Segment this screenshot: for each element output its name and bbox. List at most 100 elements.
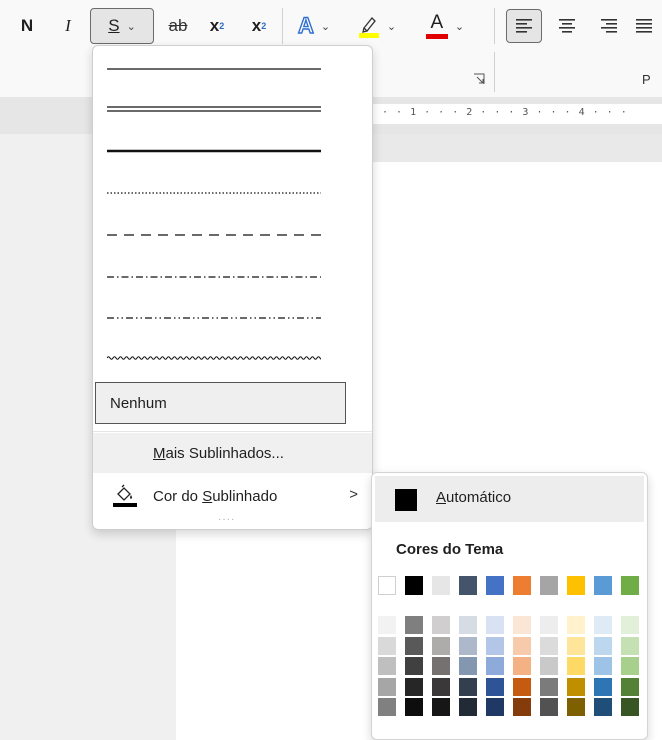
theme-shade-swatch[interactable] <box>378 657 396 675</box>
underline-option-double[interactable] <box>107 95 321 125</box>
theme-shade-swatch[interactable] <box>405 657 423 675</box>
align-right-button[interactable] <box>592 9 626 43</box>
underline-button[interactable]: S ⌄ <box>90 8 154 44</box>
theme-shade-swatch[interactable] <box>378 636 396 655</box>
theme-shade-swatch[interactable] <box>432 616 450 634</box>
theme-shade-swatch[interactable] <box>459 698 477 716</box>
italic-button[interactable]: I <box>54 9 82 43</box>
theme-shade-swatch[interactable] <box>432 677 450 696</box>
theme-shade-swatch[interactable] <box>621 636 639 655</box>
theme-shade-swatch[interactable] <box>459 657 477 675</box>
theme-shade-swatch[interactable] <box>513 657 531 675</box>
theme-shade-swatch[interactable] <box>594 657 612 675</box>
paint-bucket-icon <box>113 484 137 508</box>
theme-color-swatch[interactable] <box>432 576 450 595</box>
superscript-digit: 2 <box>261 21 267 31</box>
underline-option-single[interactable] <box>107 54 321 84</box>
align-left-button[interactable] <box>506 9 542 43</box>
theme-shade-swatch[interactable] <box>486 698 504 716</box>
theme-shade-swatch[interactable] <box>621 657 639 675</box>
theme-color-swatch[interactable] <box>405 576 423 595</box>
text-effects-button[interactable]: A ⌄ <box>290 9 338 43</box>
underline-option-thick[interactable] <box>107 137 321 167</box>
theme-shade-swatch[interactable] <box>540 616 558 634</box>
theme-shade-swatch[interactable] <box>486 636 504 655</box>
highlight-color-button[interactable]: ⌄ <box>348 9 406 43</box>
bold-label: N <box>20 16 34 35</box>
theme-shade-swatch[interactable] <box>567 636 585 655</box>
more-underlines-item[interactable]: Mais Sublinhados... <box>93 433 372 473</box>
theme-shade-swatch[interactable] <box>432 657 450 675</box>
theme-shade-swatch[interactable] <box>621 698 639 716</box>
underline-option-dash-dot[interactable] <box>107 262 321 292</box>
chevron-down-icon[interactable]: ⌄ <box>127 20 136 33</box>
theme-color-swatch[interactable] <box>486 576 504 595</box>
theme-color-swatch[interactable] <box>621 576 639 595</box>
underline-color-item[interactable]: Cor do Sublinhado > <box>93 476 372 516</box>
theme-shade-swatch[interactable] <box>405 616 423 634</box>
theme-shade-swatch[interactable] <box>405 677 423 696</box>
theme-shade-swatch[interactable] <box>432 698 450 716</box>
theme-shade-swatch[interactable] <box>567 657 585 675</box>
theme-shade-swatch[interactable] <box>540 698 558 716</box>
superscript-button[interactable]: x2 <box>242 9 276 43</box>
theme-shade-swatch[interactable] <box>540 636 558 655</box>
font-color-icon: A <box>425 12 448 40</box>
theme-shade-swatch[interactable] <box>513 616 531 634</box>
menu-divider <box>93 431 372 432</box>
more-underlines-label: Mais Sublinhados... <box>153 445 284 462</box>
theme-shade-swatch[interactable] <box>567 698 585 716</box>
horizontal-ruler[interactable]: · · 1 · · · 2 · · · 3 · · · 4 · · · <box>372 104 662 124</box>
theme-color-swatch[interactable] <box>378 576 396 595</box>
theme-shade-swatch[interactable] <box>621 616 639 634</box>
theme-shade-swatch[interactable] <box>621 677 639 696</box>
underline-option-dashed[interactable] <box>107 220 321 250</box>
theme-shade-swatch[interactable] <box>378 677 396 696</box>
bold-button[interactable]: N <box>10 9 44 43</box>
theme-shade-swatch[interactable] <box>594 616 612 634</box>
underline-option-dotted[interactable] <box>107 178 321 208</box>
font-color-button[interactable]: A ⌄ <box>416 9 474 43</box>
theme-shade-swatch[interactable] <box>486 677 504 696</box>
theme-shade-swatch[interactable] <box>459 677 477 696</box>
theme-shade-swatch[interactable] <box>486 657 504 675</box>
theme-shade-swatch[interactable] <box>459 616 477 634</box>
underline-option-wavy[interactable] <box>107 343 321 373</box>
align-center-button[interactable] <box>550 9 584 43</box>
underline-option-none[interactable]: Nenhum <box>95 382 346 424</box>
theme-color-swatch[interactable] <box>594 576 612 595</box>
theme-shade-swatch[interactable] <box>378 698 396 716</box>
theme-shade-swatch[interactable] <box>486 616 504 634</box>
theme-shade-swatch[interactable] <box>594 677 612 696</box>
theme-shade-swatch[interactable] <box>567 616 585 634</box>
chevron-down-icon[interactable]: ⌄ <box>455 20 464 33</box>
theme-shade-swatch[interactable] <box>567 677 585 696</box>
subscript-button[interactable]: x2 <box>200 9 234 43</box>
automatic-color-text: utomático <box>446 489 512 506</box>
theme-color-swatch[interactable] <box>513 576 531 595</box>
theme-shade-swatch[interactable] <box>513 636 531 655</box>
theme-shade-swatch[interactable] <box>432 636 450 655</box>
underline-option-dash-dot-dot[interactable] <box>107 303 321 333</box>
theme-shade-swatch[interactable] <box>405 636 423 655</box>
highlighter-icon <box>358 14 380 38</box>
chevron-down-icon[interactable]: ⌄ <box>321 20 330 33</box>
theme-shade-swatch[interactable] <box>540 657 558 675</box>
theme-color-swatch[interactable] <box>459 576 477 595</box>
theme-shade-swatch[interactable] <box>405 698 423 716</box>
automatic-color-option[interactable]: Automático <box>375 476 644 522</box>
chevron-down-icon[interactable]: ⌄ <box>387 20 396 33</box>
theme-shade-swatch[interactable] <box>594 636 612 655</box>
theme-shade-swatch[interactable] <box>378 616 396 634</box>
theme-color-swatch[interactable] <box>540 576 558 595</box>
dialog-launcher-icon[interactable] <box>473 72 485 84</box>
theme-shade-swatch[interactable] <box>459 636 477 655</box>
theme-shade-swatch[interactable] <box>540 677 558 696</box>
justify-button[interactable] <box>634 9 662 43</box>
strikethrough-button[interactable]: ab <box>162 9 194 43</box>
theme-shade-swatch[interactable] <box>513 677 531 696</box>
resize-grip-icon[interactable]: ···· <box>218 514 235 525</box>
theme-shade-swatch[interactable] <box>513 698 531 716</box>
theme-shade-swatch[interactable] <box>594 698 612 716</box>
theme-color-swatch[interactable] <box>567 576 585 595</box>
